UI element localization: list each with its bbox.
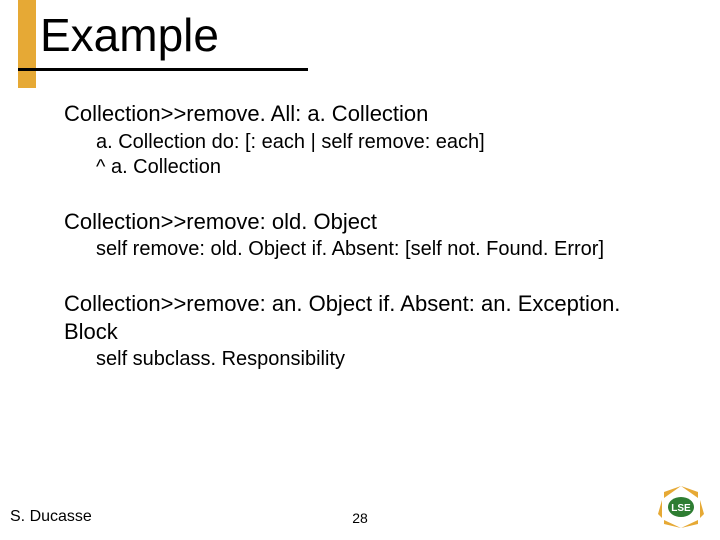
slide: Example Collection>>remove. All: a. Coll… [0, 0, 720, 540]
method-body-line: self remove: old. Object if. Absent: [se… [64, 237, 680, 262]
code-block: Collection>>remove: old. Object self rem… [64, 208, 680, 263]
logo-text: LSE [671, 503, 691, 514]
footer-page-number: 28 [352, 510, 368, 526]
method-signature: Collection>>remove: an. Object if. Absen… [64, 290, 680, 345]
method-signature: Collection>>remove. All: a. Collection [64, 100, 680, 128]
method-body-line: self subclass. Responsibility [64, 347, 680, 372]
page-title: Example [40, 8, 219, 62]
title-underline [18, 68, 308, 71]
lse-logo-icon: LSE [656, 484, 706, 530]
method-signature: Collection>>remove: old. Object [64, 208, 680, 236]
method-body-line: ^ a. Collection [64, 155, 680, 180]
code-block: Collection>>remove: an. Object if. Absen… [64, 290, 680, 372]
code-block: Collection>>remove. All: a. Collection a… [64, 100, 680, 180]
method-body-line: a. Collection do: [: each | self remove:… [64, 130, 680, 155]
footer-author: S. Ducasse [10, 508, 92, 526]
accent-bar [18, 0, 36, 88]
content-area: Collection>>remove. All: a. Collection a… [64, 100, 680, 400]
